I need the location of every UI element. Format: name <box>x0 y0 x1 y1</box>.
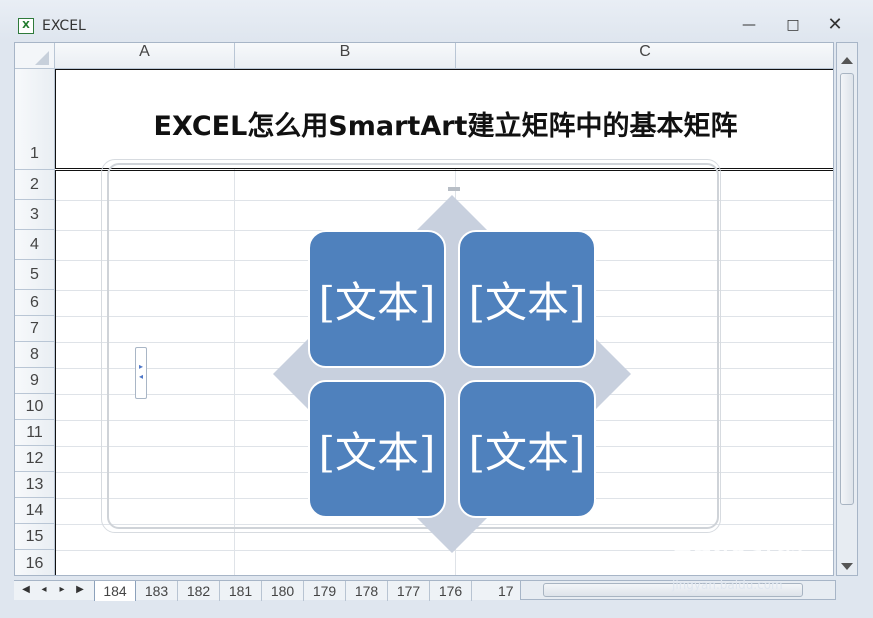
sheet-tab-180[interactable]: 180 <box>262 581 304 601</box>
prev-sheet-icon[interactable]: ◂ <box>38 584 50 596</box>
column-header-b[interactable]: B <box>235 43 456 69</box>
matrix-box-top-left[interactable]: [文本] <box>308 230 446 368</box>
maximize-icon[interactable]: □ <box>782 16 804 34</box>
sheet-tab-17-partial[interactable]: 17 <box>498 581 520 601</box>
row-header-11[interactable]: 11 <box>15 420 55 446</box>
row-header-2[interactable]: 2 <box>15 170 55 200</box>
row-header-10[interactable]: 10 <box>15 394 55 420</box>
row-header-13[interactable]: 13 <box>15 472 55 498</box>
first-sheet-icon[interactable]: ◀ <box>20 584 32 596</box>
last-sheet-icon[interactable]: ▶ <box>74 584 86 596</box>
matrix-box-bottom-right[interactable]: [文本] <box>458 380 596 518</box>
row-header-7[interactable]: 7 <box>15 316 55 342</box>
watermark-brand: Bai度经验 <box>672 527 806 560</box>
row-header-1[interactable]: 1 <box>15 69 55 170</box>
sheet-tab-181[interactable]: 181 <box>220 581 262 601</box>
next-sheet-icon[interactable]: ▸ <box>56 584 68 596</box>
watermark: Bai度经验 jingyan.baidu.com <box>672 522 862 602</box>
row-header-16[interactable]: 16 <box>15 550 55 575</box>
title-cell-text: EXCEL怎么用SmartArt建立矩阵中的基本矩阵 <box>153 111 738 142</box>
row-header-12[interactable]: 12 <box>15 446 55 472</box>
row-header-4[interactable]: 4 <box>15 230 55 260</box>
row-header-8[interactable]: 8 <box>15 342 55 368</box>
matrix-box-bottom-left[interactable]: [文本] <box>308 380 446 518</box>
scroll-up-arrow-icon[interactable] <box>841 57 853 64</box>
sheet-tab-182[interactable]: 182 <box>178 581 220 601</box>
sheet-tab-179[interactable]: 179 <box>304 581 346 601</box>
spreadsheet: A B C 1 2 3 4 5 6 7 8 9 10 11 12 13 14 1… <box>14 42 834 576</box>
column-header-a[interactable]: A <box>55 43 235 69</box>
text-pane-toggle[interactable]: ▸ ◂ <box>135 347 147 399</box>
excel-window: X EXCEL — □ ✕ A B C 1 2 3 4 5 6 7 8 9 10… <box>0 0 873 618</box>
title-bar: X EXCEL — □ ✕ <box>0 0 873 40</box>
row-header-5[interactable]: 5 <box>15 260 55 290</box>
window-title: EXCEL <box>42 18 86 34</box>
vertical-scrollbar[interactable] <box>836 42 858 576</box>
title-cell[interactable]: EXCEL怎么用SmartArt建立矩阵中的基本矩阵 <box>55 69 833 169</box>
watermark-url: jingyan.baidu.com <box>672 578 783 592</box>
close-icon[interactable]: ✕ <box>824 16 846 34</box>
row-header-14[interactable]: 14 <box>15 498 55 524</box>
sheet-tab-183[interactable]: 183 <box>136 581 178 601</box>
column-header-c[interactable]: C <box>456 43 833 69</box>
row-header-3[interactable]: 3 <box>15 200 55 230</box>
row-header-9[interactable]: 9 <box>15 368 55 394</box>
row-header-6[interactable]: 6 <box>15 290 55 316</box>
select-all-triangle <box>35 51 49 65</box>
row-header-15[interactable]: 15 <box>15 524 55 550</box>
sheet-tab-177[interactable]: 177 <box>388 581 430 601</box>
resize-handle[interactable] <box>448 187 460 191</box>
vertical-scroll-thumb[interactable] <box>840 73 854 505</box>
sheet-tab-176[interactable]: 176 <box>430 581 472 601</box>
sheet-tab-178[interactable]: 178 <box>346 581 388 601</box>
excel-icon: X <box>18 18 34 34</box>
minimize-icon[interactable]: — <box>738 16 760 34</box>
matrix-box-top-right[interactable]: [文本] <box>458 230 596 368</box>
sheet-tab-184[interactable]: 184 <box>94 581 136 601</box>
sheet-tabs-bar: ◀ ◂ ▸ ▶ 184 183 182 181 180 179 178 177 … <box>14 580 520 601</box>
select-all-corner[interactable] <box>15 43 55 69</box>
